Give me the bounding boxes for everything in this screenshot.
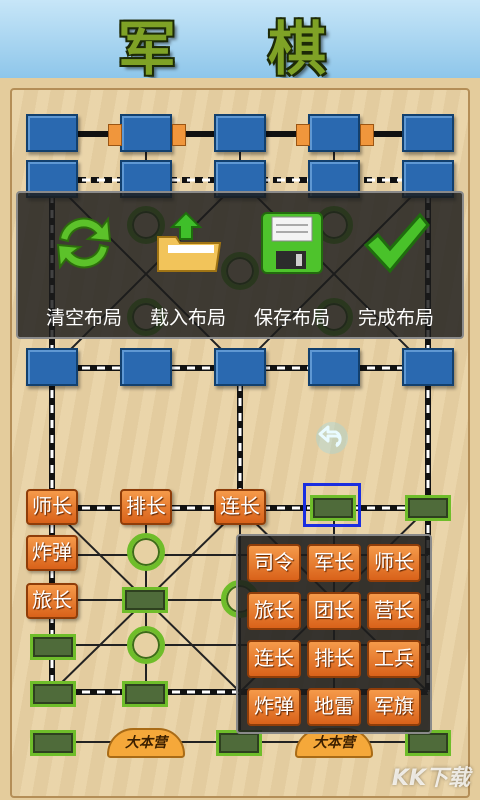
save-layout-label: 保存布局 <box>253 307 330 329</box>
board-post[interactable] <box>26 348 78 386</box>
save-layout-button[interactable]: 保存布局 <box>240 209 344 329</box>
finish-layout-button[interactable]: 完成布局 <box>344 209 448 329</box>
picker-piece[interactable]: 排长 <box>307 640 361 678</box>
headquarters-marker <box>172 124 186 146</box>
picker-piece[interactable]: 师长 <box>367 544 421 582</box>
placed-piece[interactable]: 炸弹 <box>26 535 78 571</box>
board-post[interactable] <box>308 114 360 152</box>
headquarters-marker <box>108 124 122 146</box>
picker-piece[interactable]: 团长 <box>307 592 361 630</box>
placed-piece[interactable]: 旅长 <box>26 583 78 619</box>
picker-piece[interactable]: 司令 <box>247 544 301 582</box>
piece-picker: 司令 军长 师长 旅长 团长 营长 连长 排长 工兵 炸弹 地雷 军旗 <box>236 534 432 734</box>
board-post[interactable] <box>26 114 78 152</box>
refresh-icon <box>56 216 112 270</box>
board-post[interactable] <box>402 114 454 152</box>
undo-icon[interactable] <box>314 420 350 456</box>
folder-upload-icon <box>157 211 222 272</box>
board-post[interactable] <box>308 348 360 386</box>
load-layout-button[interactable]: 载入布局 <box>136 209 240 329</box>
picker-piece[interactable]: 军长 <box>307 544 361 582</box>
clear-layout-button[interactable]: 清空布局 <box>32 209 136 329</box>
picker-piece[interactable]: 地雷 <box>307 688 361 726</box>
board-post[interactable] <box>122 587 168 613</box>
camp-post[interactable] <box>127 533 165 571</box>
headquarters-marker <box>360 124 374 146</box>
clear-layout-label: 清空布局 <box>45 307 122 329</box>
placed-piece[interactable]: 排长 <box>120 489 172 525</box>
picker-piece[interactable]: 连长 <box>247 640 301 678</box>
placed-piece[interactable]: 连长 <box>214 489 266 525</box>
load-layout-label: 载入布局 <box>149 307 226 329</box>
headquarters-marker <box>296 124 310 146</box>
board-post[interactable] <box>214 114 266 152</box>
watermark: KK下载 <box>391 766 470 791</box>
layout-toolbar: 清空布局 载入布局 保存布局 完成布局 <box>16 191 464 339</box>
floppy-disk-icon <box>261 212 323 274</box>
camp-post[interactable] <box>127 626 165 664</box>
headquarters[interactable]: 大本营 <box>107 728 185 758</box>
board-post[interactable] <box>402 348 454 386</box>
checkmark-icon <box>363 212 430 274</box>
board-post[interactable] <box>30 634 76 660</box>
board-post[interactable] <box>120 348 172 386</box>
picker-piece[interactable]: 工兵 <box>367 640 421 678</box>
board-post[interactable] <box>30 730 76 756</box>
picker-piece[interactable]: 营长 <box>367 592 421 630</box>
placed-piece[interactable]: 师长 <box>26 489 78 525</box>
picker-piece[interactable]: 军旗 <box>367 688 421 726</box>
board-post[interactable] <box>405 495 451 521</box>
picker-piece[interactable]: 炸弹 <box>247 688 301 726</box>
board-post[interactable] <box>120 114 172 152</box>
finish-layout-label: 完成布局 <box>357 307 434 329</box>
board-post[interactable] <box>214 348 266 386</box>
selection-frame <box>303 483 361 527</box>
picker-piece[interactable]: 旅长 <box>247 592 301 630</box>
board-post[interactable] <box>30 681 76 707</box>
board-post[interactable] <box>122 681 168 707</box>
